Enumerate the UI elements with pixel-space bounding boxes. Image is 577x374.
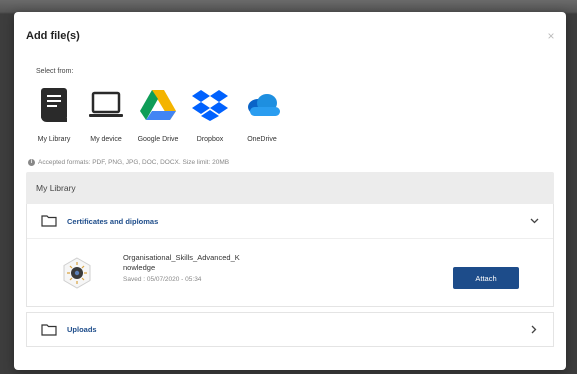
source-my-library[interactable]: My Library [28,82,80,143]
source-list: My Library My device Google Drive Dropbo… [28,82,288,143]
source-label: Google Drive [137,136,179,143]
file-saved-date: Saved : 05/07/2020 - 05:34 [123,276,202,283]
source-my-device[interactable]: My device [80,82,132,143]
google-drive-icon [135,82,181,128]
file-item: Organisational_Skills_Advanced_Knowledge… [27,238,553,306]
source-dropbox[interactable]: Dropbox [184,82,236,143]
certificate-badge-icon [57,253,97,293]
source-onedrive[interactable]: OneDrive [236,82,288,143]
accepted-formats-note: i Accepted formats: PDF, PNG, JPG, DOC, … [28,159,229,166]
attach-button[interactable]: Attach [453,267,519,289]
folder-row-certificates[interactable]: Certificates and diplomas [27,204,553,238]
formats-text: Accepted formats: PDF, PNG, JPG, DOC, DO… [38,159,230,166]
folder-panel-certificates: Certificates and diplomas Organisational… [26,204,554,307]
folder-label: Uploads [67,325,97,334]
source-label: My device [90,136,122,143]
laptop-icon [83,82,129,128]
folder-panel-uploads: Uploads [26,312,554,347]
folder-row-uploads[interactable]: Uploads [27,312,553,346]
library-header-label: My Library [36,183,76,193]
source-google-drive[interactable]: Google Drive [132,82,184,143]
my-library-header: My Library [26,172,554,204]
dialog-title: Add file(s) [26,30,80,42]
folder-icon [41,323,57,341]
library-book-icon [31,82,77,128]
onedrive-icon [239,82,285,128]
folder-label: Certificates and diplomas [67,216,159,226]
folder-icon [41,214,57,232]
chevron-down-icon[interactable] [529,216,539,226]
add-files-dialog: Add file(s) × Select from: My Library My… [14,12,566,370]
close-button[interactable]: × [544,29,558,43]
source-label: OneDrive [247,136,277,143]
dropbox-icon [187,82,233,128]
info-icon: i [28,159,35,166]
source-label: My Library [37,136,71,143]
source-label: Dropbox [196,136,224,143]
file-name: Organisational_Skills_Advanced_Knowledge [123,253,240,272]
select-from-heading: Select from: [36,68,74,75]
chevron-right-icon[interactable] [529,325,539,335]
